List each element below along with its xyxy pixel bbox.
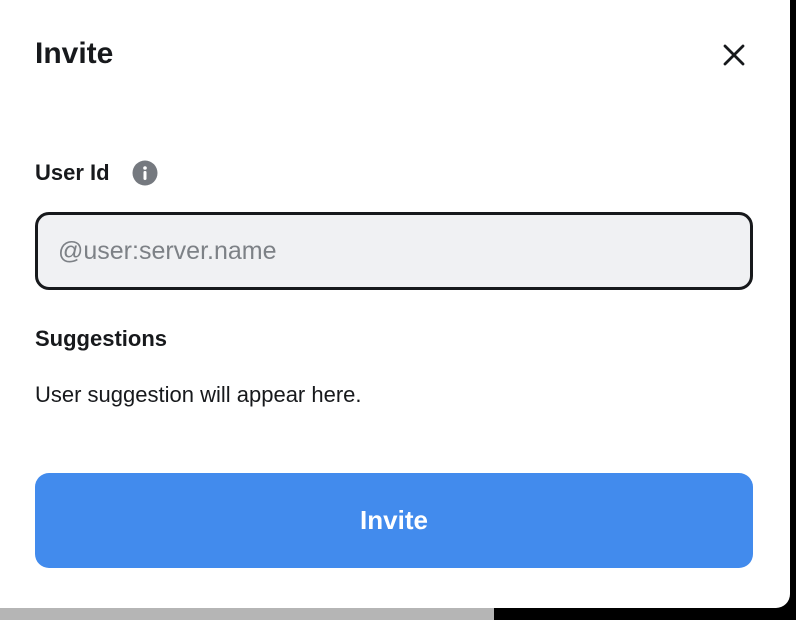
info-icon[interactable] — [132, 160, 158, 186]
dialog-title: Invite — [35, 37, 114, 70]
suggestions-title: Suggestions — [35, 326, 168, 351]
user-id-input[interactable] — [35, 212, 753, 290]
suggestions-empty-text: User suggestion will appear here. — [35, 382, 362, 407]
user-id-label-row: User Id — [35, 158, 158, 188]
invite-dialog: Invite User Id Suggestions User suggesti… — [0, 0, 790, 608]
close-button[interactable] — [716, 37, 752, 73]
invite-button[interactable]: Invite — [35, 473, 753, 568]
close-icon — [723, 44, 745, 66]
user-id-label: User Id — [35, 160, 110, 185]
